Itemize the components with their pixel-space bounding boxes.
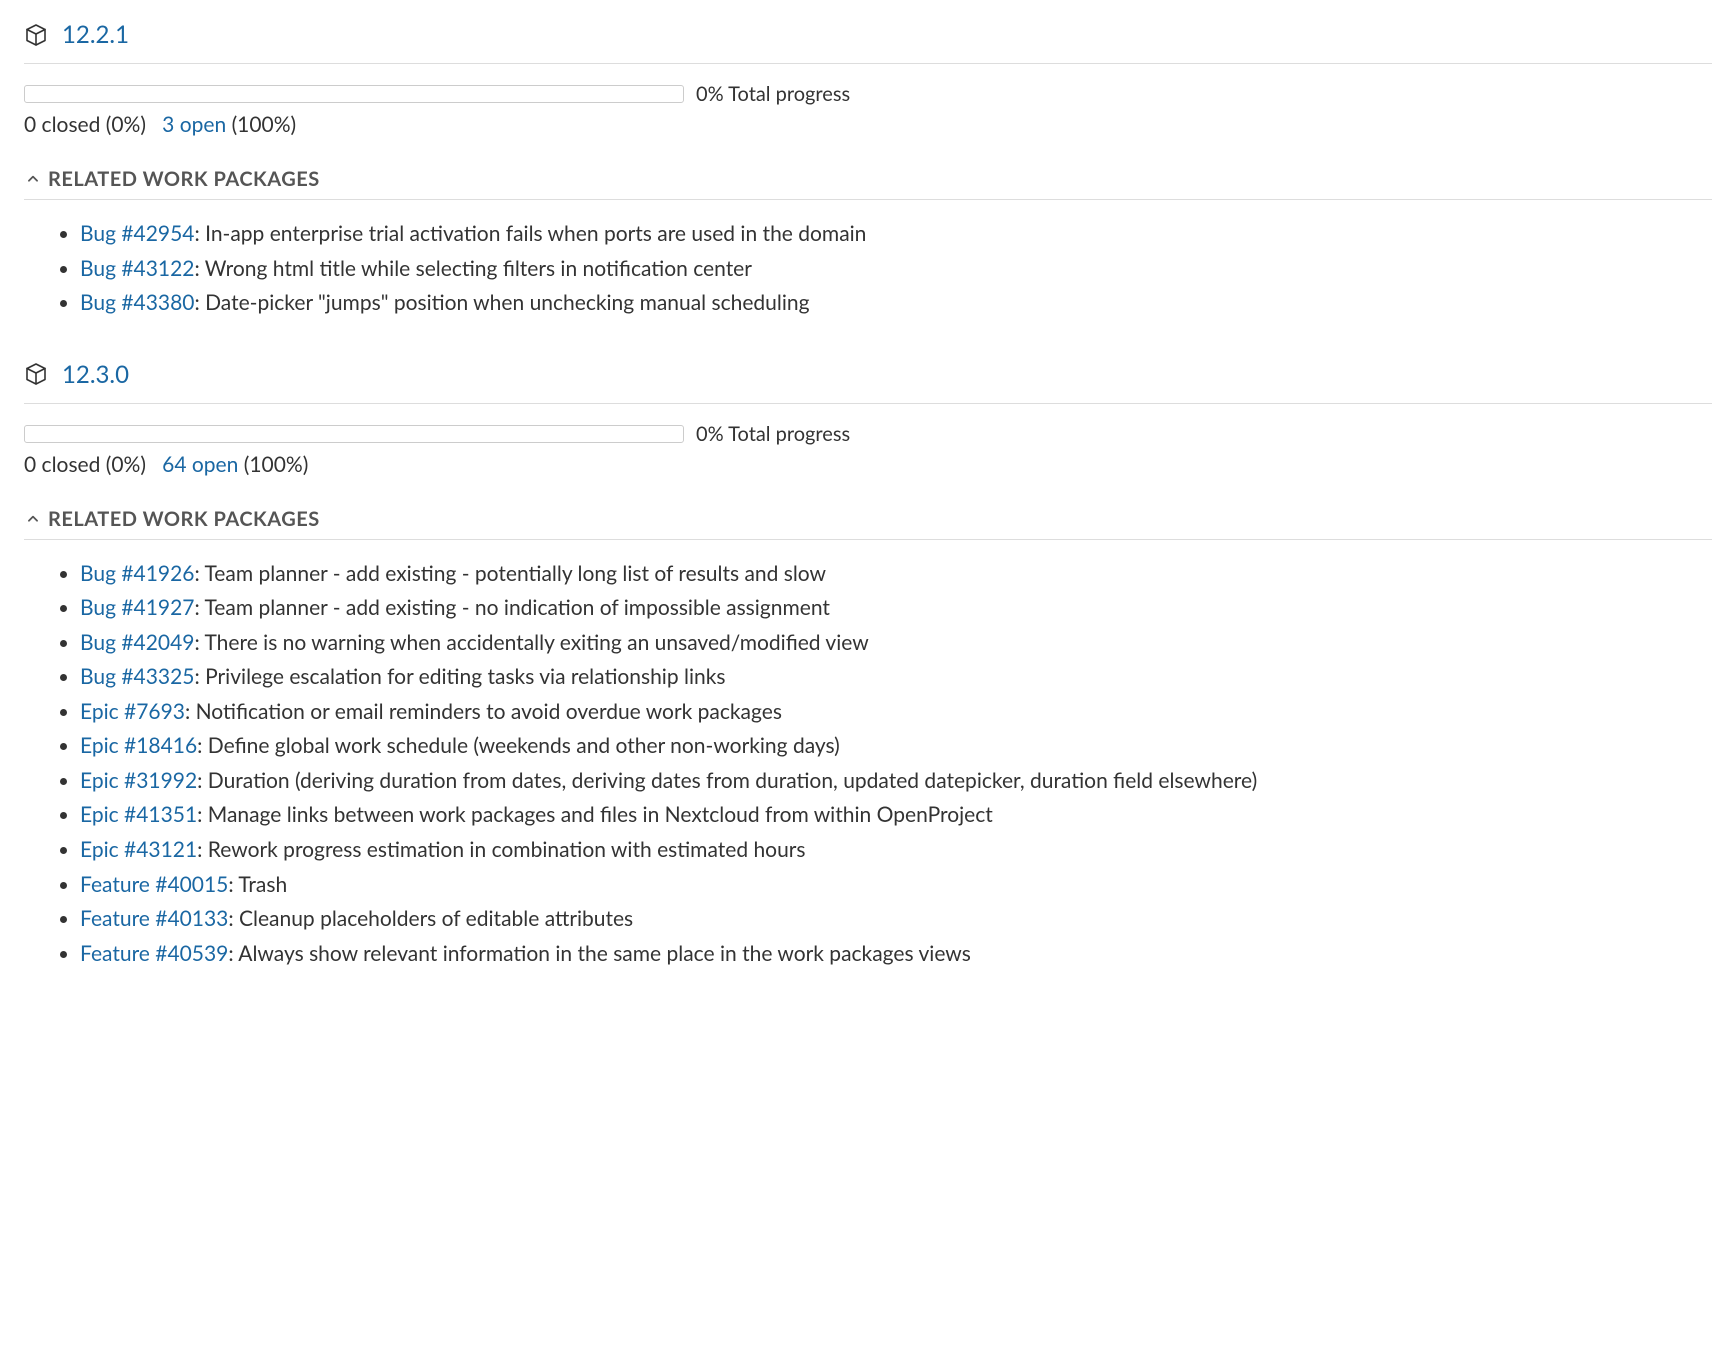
work-package-title: Privilege escalation for editing tasks v…	[205, 664, 725, 689]
progress-bar	[24, 85, 684, 103]
section-label: RELATED WORK PACKAGES	[48, 507, 320, 531]
list-item: Bug #41926: Team planner - add existing …	[80, 558, 1712, 591]
work-package-title: There is no warning when accidentally ex…	[204, 630, 868, 655]
version-header: 12.3.0	[24, 360, 1712, 404]
separator: :	[228, 906, 239, 931]
work-package-link[interactable]: Bug #43122	[80, 256, 194, 281]
work-package-title: Trash	[238, 872, 287, 897]
list-item: Epic #18416: Define global work schedule…	[80, 730, 1712, 763]
work-package-title: Cleanup placeholders of editable attribu…	[239, 906, 633, 931]
version-link[interactable]: 12.3.0	[62, 360, 129, 389]
closed-count: 0 closed (0%)	[24, 452, 146, 477]
list-item: Feature #40133: Cleanup placeholders of …	[80, 903, 1712, 936]
closed-count: 0 closed (0%)	[24, 112, 146, 137]
list-item: Epic #43121: Rework progress estimation …	[80, 834, 1712, 867]
progress-percent: 0%	[696, 82, 724, 106]
separator: :	[194, 630, 204, 655]
list-item: Bug #43122: Wrong html title while selec…	[80, 253, 1712, 286]
work-package-link[interactable]: Bug #42954	[80, 221, 194, 246]
separator: :	[197, 768, 208, 793]
list-item: Bug #42954: In-app enterprise trial acti…	[80, 218, 1712, 251]
work-package-link[interactable]: Feature #40015	[80, 872, 228, 897]
version-block: 12.3.0 0% Total progress 0 closed (0%) 64 …	[24, 360, 1712, 971]
work-package-title: Notification or email reminders to avoid…	[196, 699, 782, 724]
separator: :	[228, 941, 238, 966]
chevron-up-icon	[24, 170, 42, 188]
progress-text: 0% Total progress	[696, 422, 850, 446]
separator: :	[194, 595, 204, 620]
list-item: Epic #41351: Manage links between work p…	[80, 799, 1712, 832]
work-package-link[interactable]: Feature #40133	[80, 906, 228, 931]
list-item: Epic #31992: Duration (deriving duration…	[80, 765, 1712, 798]
separator: :	[197, 802, 208, 827]
separator: :	[194, 221, 205, 246]
work-package-link[interactable]: Epic #31992	[80, 768, 197, 793]
work-package-link[interactable]: Bug #42049	[80, 630, 194, 655]
open-count-link[interactable]: 3 open	[162, 112, 226, 137]
package-icon	[24, 23, 48, 47]
separator: :	[197, 837, 208, 862]
work-package-title: Wrong html title while selecting filters…	[205, 256, 752, 281]
work-package-title: Team planner - add existing - potentiall…	[204, 561, 826, 586]
list-item: Feature #40539: Always show relevant inf…	[80, 938, 1712, 971]
separator: :	[185, 699, 196, 724]
progress-row: 0% Total progress	[24, 422, 1712, 446]
version-header: 12.2.1	[24, 20, 1712, 64]
progress-percent: 0%	[696, 422, 724, 446]
work-package-link[interactable]: Epic #43121	[80, 837, 197, 862]
progress-label: Total progress	[728, 82, 850, 106]
chevron-up-icon	[24, 510, 42, 528]
list-item: Bug #42049: There is no warning when acc…	[80, 627, 1712, 660]
work-package-title: Rework progress estimation in combinatio…	[208, 837, 806, 862]
work-package-list: Bug #41926: Team planner - add existing …	[24, 558, 1712, 971]
work-package-link[interactable]: Epic #7693	[80, 699, 185, 724]
work-package-title: Date-picker "jumps" position when unchec…	[205, 290, 809, 315]
section-label: RELATED WORK PACKAGES	[48, 167, 320, 191]
related-work-packages-toggle[interactable]: RELATED WORK PACKAGES	[24, 167, 1712, 200]
work-package-title: Team planner - add existing - no indicat…	[204, 595, 829, 620]
progress-text: 0% Total progress	[696, 82, 850, 106]
list-item: Feature #40015: Trash	[80, 869, 1712, 902]
counts-row: 0 closed (0%) 3 open (100%)	[24, 112, 1712, 137]
work-package-link[interactable]: Feature #40539	[80, 941, 228, 966]
work-package-title: Always show relevant information in the …	[238, 941, 971, 966]
progress-bar	[24, 425, 684, 443]
separator: :	[194, 664, 205, 689]
work-package-link[interactable]: Bug #41926	[80, 561, 194, 586]
list-item: Epic #7693: Notification or email remind…	[80, 696, 1712, 729]
progress-label: Total progress	[728, 422, 850, 446]
open-percent: (100%)	[244, 452, 309, 477]
work-package-title: Define global work schedule (weekends an…	[208, 733, 840, 758]
list-item: Bug #43325: Privilege escalation for edi…	[80, 661, 1712, 694]
progress-row: 0% Total progress	[24, 82, 1712, 106]
work-package-link[interactable]: Bug #43325	[80, 664, 194, 689]
package-icon	[24, 362, 48, 386]
work-package-link[interactable]: Epic #18416	[80, 733, 197, 758]
version-block: 12.2.1 0% Total progress 0 closed (0%) 3 o…	[24, 20, 1712, 320]
work-package-link[interactable]: Bug #41927	[80, 595, 194, 620]
separator: :	[194, 290, 205, 315]
separator: :	[197, 733, 208, 758]
work-package-title: Manage links between work packages and f…	[208, 802, 993, 827]
version-link[interactable]: 12.2.1	[62, 20, 129, 49]
work-package-link[interactable]: Bug #43380	[80, 290, 194, 315]
work-package-list: Bug #42954: In-app enterprise trial acti…	[24, 218, 1712, 320]
list-item: Bug #41927: Team planner - add existing …	[80, 592, 1712, 625]
work-package-link[interactable]: Epic #41351	[80, 802, 197, 827]
related-work-packages-toggle[interactable]: RELATED WORK PACKAGES	[24, 507, 1712, 540]
separator: :	[194, 256, 204, 281]
separator: :	[228, 872, 238, 897]
list-item: Bug #43380: Date-picker "jumps" position…	[80, 287, 1712, 320]
separator: :	[194, 561, 204, 586]
work-package-title: Duration (deriving duration from dates, …	[208, 768, 1257, 793]
counts-row: 0 closed (0%) 64 open (100%)	[24, 452, 1712, 477]
open-count-link[interactable]: 64 open	[162, 452, 238, 477]
open-percent: (100%)	[232, 112, 297, 137]
work-package-title: In-app enterprise trial activation fails…	[205, 221, 866, 246]
